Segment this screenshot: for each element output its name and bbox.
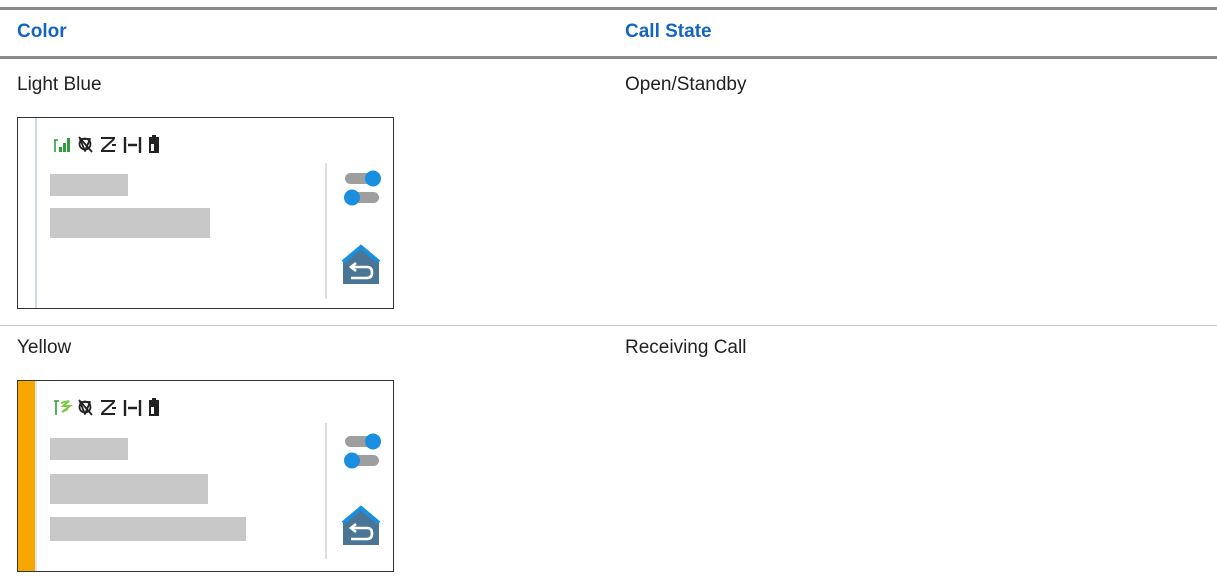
no-gps-icon: [78, 399, 93, 416]
battery-icon: [149, 398, 159, 416]
direct-mode-icon: [123, 400, 142, 416]
receiving-antenna-icon: [54, 400, 73, 415]
device-screen-open-standby: [17, 117, 394, 309]
home-back-icon[interactable]: [341, 503, 381, 549]
home-back-icon[interactable]: [341, 242, 381, 288]
table-header-rule: [0, 56, 1217, 59]
gray-placeholder-bar: [50, 474, 208, 504]
scan-icon: [101, 137, 116, 152]
device-screen-receiving-call: [17, 380, 394, 572]
status-icon-row: [54, 134, 214, 154]
battery-icon: [149, 135, 159, 153]
gray-placeholder-bar: [50, 208, 210, 238]
no-gps-icon: [78, 136, 93, 153]
scan-icon: [101, 400, 116, 415]
header-call-state: Call State: [625, 21, 712, 42]
indicator-line: [35, 381, 37, 571]
softkey-divider: [325, 423, 327, 559]
status-icon-row: [54, 397, 214, 417]
row-1-state: Open/Standby: [625, 74, 747, 95]
toggle-settings-icon[interactable]: [343, 431, 383, 473]
header-color: Color: [17, 21, 67, 42]
gray-placeholder-bar: [50, 517, 246, 541]
gray-placeholder-bar: [50, 438, 128, 460]
direct-mode-icon: [123, 137, 142, 153]
indicator-strip-yellow: [18, 381, 35, 571]
gray-placeholder-bar: [50, 174, 128, 196]
row-2-color: Yellow: [17, 337, 72, 358]
signal-bars-icon: [54, 138, 70, 152]
row-1-color: Light Blue: [17, 74, 102, 95]
indicator-line-light-blue: [35, 118, 37, 308]
row-2-state: Receiving Call: [625, 337, 747, 358]
toggle-settings-icon[interactable]: [343, 168, 383, 210]
row-separator: [0, 325, 1217, 326]
softkey-divider: [325, 163, 327, 299]
table-top-rule: [0, 7, 1217, 10]
indicator-strip-light-blue: [18, 118, 35, 308]
